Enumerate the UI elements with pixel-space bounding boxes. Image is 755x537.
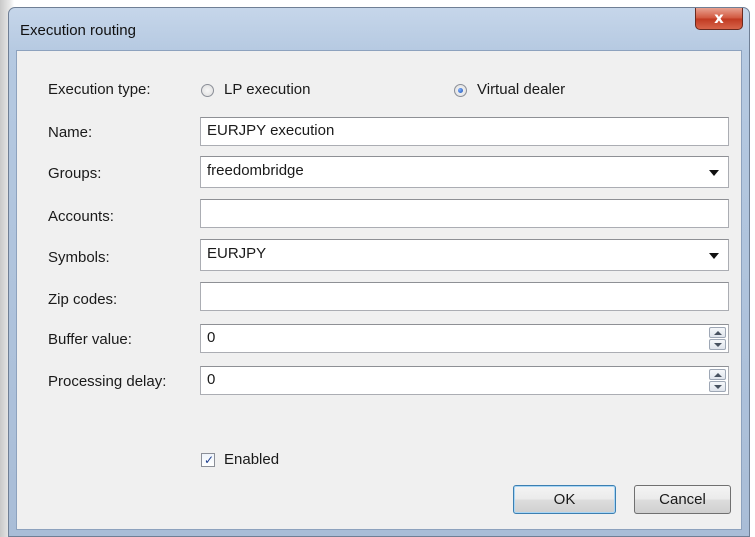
symbols-combobox[interactable]: EURJPY — [200, 239, 729, 271]
symbols-value: EURJPY — [207, 245, 267, 262]
enabled-label[interactable]: Enabled — [224, 451, 279, 468]
buffer-value-label: Buffer value: — [48, 331, 132, 348]
radio-lp-execution[interactable] — [201, 84, 214, 97]
accounts-field[interactable] — [200, 199, 729, 228]
name-label: Name: — [48, 124, 93, 141]
groups-combobox[interactable]: freedombridge — [200, 156, 729, 188]
zip-codes-field[interactable] — [200, 282, 729, 311]
radio-selected-dot — [458, 88, 463, 93]
groups-label: Groups: — [48, 165, 102, 182]
zip-codes-label: Zip codes: — [48, 291, 118, 308]
enabled-checkbox[interactable]: ✓ — [201, 453, 215, 467]
processing-delay-value: 0 — [207, 371, 216, 388]
radio-lp-execution-label[interactable]: LP execution — [224, 81, 310, 98]
arrow-down-icon — [714, 385, 722, 389]
buffer-spin-down-button[interactable] — [709, 339, 726, 350]
cancel-button[interactable]: Cancel — [634, 485, 731, 514]
name-field[interactable]: EURJPY execution — [200, 117, 729, 146]
arrow-down-icon — [714, 343, 722, 347]
close-button[interactable]: x — [695, 8, 743, 30]
symbols-label: Symbols: — [48, 249, 110, 266]
execution-type-label: Execution type: — [48, 81, 151, 98]
window-title: Execution routing — [20, 22, 136, 39]
groups-value: freedombridge — [207, 162, 304, 179]
processing-delay-spinner[interactable]: 0 — [200, 366, 729, 395]
ok-button[interactable]: OK — [513, 485, 616, 514]
radio-virtual-dealer[interactable] — [454, 84, 467, 97]
buffer-spin-up-button[interactable] — [709, 327, 726, 338]
buffer-spin-buttons — [709, 327, 726, 350]
dialog-body: Execution type: LP execution Virtual dea… — [16, 50, 742, 530]
processing-delay-label: Processing delay: — [48, 373, 167, 390]
checkmark-icon: ✓ — [204, 453, 215, 467]
title-bar[interactable]: Execution routing x — [9, 8, 749, 50]
delay-spin-up-button[interactable] — [709, 369, 726, 380]
chevron-down-icon — [709, 253, 719, 259]
execution-routing-dialog: Execution routing x Execution type: LP e… — [8, 7, 750, 537]
close-icon: x — [714, 9, 724, 27]
delay-spin-buttons — [709, 369, 726, 392]
chevron-down-icon — [709, 170, 719, 176]
buffer-value: 0 — [207, 329, 216, 346]
delay-spin-down-button[interactable] — [709, 381, 726, 392]
arrow-up-icon — [714, 331, 722, 335]
buffer-value-spinner[interactable]: 0 — [200, 324, 729, 353]
accounts-label: Accounts: — [48, 208, 114, 225]
radio-virtual-dealer-label[interactable]: Virtual dealer — [477, 81, 565, 98]
arrow-up-icon — [714, 373, 722, 377]
